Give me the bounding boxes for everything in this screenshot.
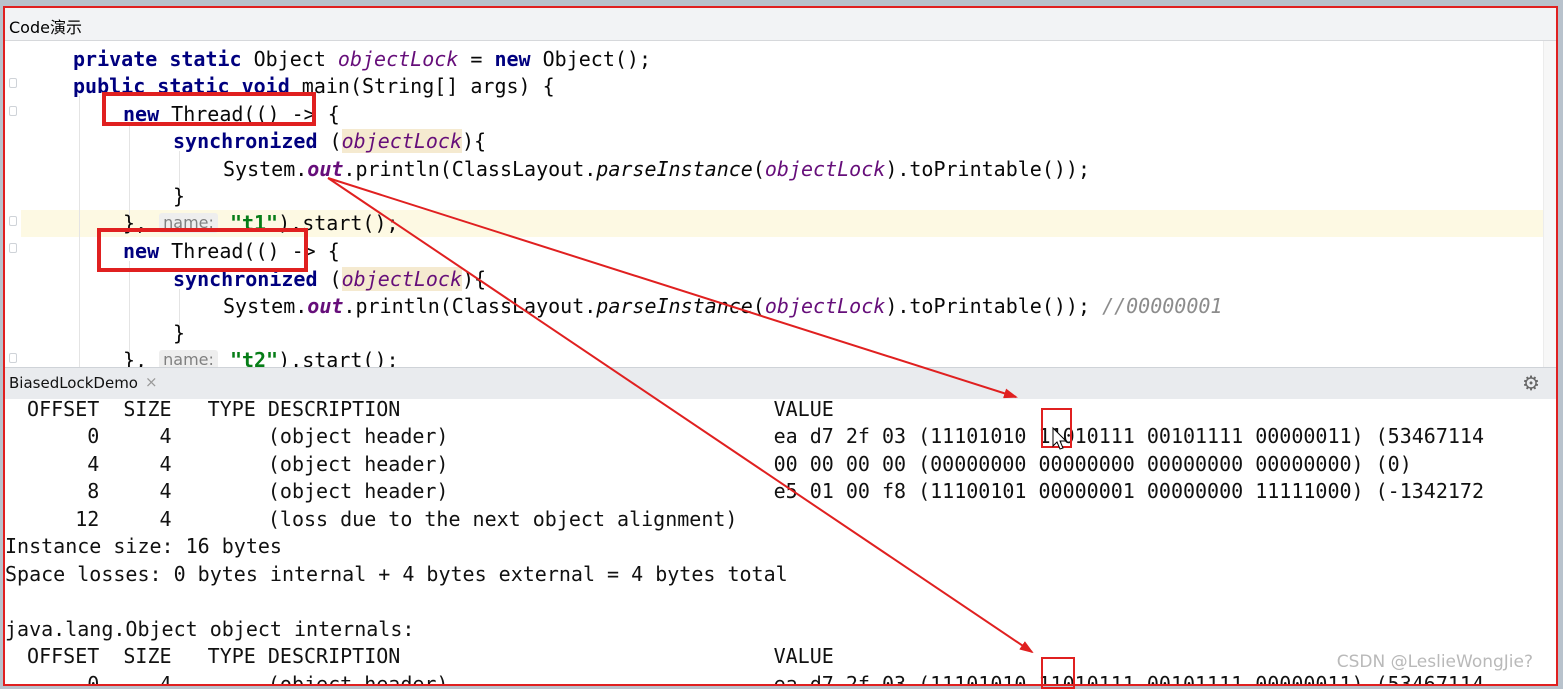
- console-output: OFFSET SIZE TYPE DESCRIPTION VALUE 0 4 (…: [3, 399, 1558, 686]
- console-line: OFFSET SIZE TYPE DESCRIPTION VALUE: [15, 644, 834, 668]
- console-line: Space losses: 0 bytes internal + 4 bytes…: [5, 562, 788, 586]
- run-tab-label[interactable]: BiasedLockDemo: [9, 374, 138, 392]
- fold-marker[interactable]: [9, 243, 17, 253]
- fold-marker[interactable]: [9, 78, 17, 88]
- fold-marker[interactable]: [9, 216, 17, 226]
- code-line: }, name: "t2").start();: [123, 347, 399, 367]
- watermark: CSDN @LeslieWongJie?: [1336, 652, 1533, 672]
- console-line: OFFSET SIZE TYPE DESCRIPTION VALUE: [15, 399, 834, 421]
- parameter-hint: name:: [159, 350, 218, 367]
- code-line: public static void main(String[] args) {: [73, 74, 555, 98]
- gear-icon[interactable]: ⚙: [1522, 371, 1540, 395]
- code-line: synchronized (objectLock){: [173, 129, 487, 153]
- console-line: Instance size: 16 bytes: [5, 534, 282, 558]
- console-line: 4 4 (object header) 00 00 00 00 (0000000…: [15, 452, 1412, 476]
- window-title: Code演示: [9, 18, 82, 37]
- fold-marker[interactable]: [9, 106, 17, 116]
- code-line: }: [173, 184, 186, 208]
- editor-scrollbar[interactable]: [1543, 41, 1558, 367]
- console-line: 0 4 (object header) ea d7 2f 03 (1110101…: [15, 424, 1485, 448]
- console-line: 12 4 (loss due to the next object alignm…: [15, 507, 738, 531]
- code-line: }: [173, 321, 186, 345]
- console-line: 0 4 (object header) ea d7 2f 03 (1110101…: [15, 672, 1485, 686]
- code-line: new Thread(() -> {: [123, 102, 340, 126]
- ide-window: Code演示 private static Object objectLock …: [3, 6, 1558, 686]
- code-line: private static Object objectLock = new O…: [73, 47, 651, 71]
- code-line: synchronized (objectLock){: [173, 267, 487, 291]
- code-line: }, name: "t1").start();: [123, 211, 399, 235]
- code-editor[interactable]: private static Object objectLock = new O…: [3, 41, 1558, 367]
- code-comment: //00000001: [1102, 294, 1223, 318]
- code-line: System.out.println(ClassLayout.parseInst…: [223, 157, 1091, 181]
- editor-gutter: [3, 41, 21, 367]
- close-icon[interactable]: ×: [145, 373, 158, 391]
- indent-guide: [79, 96, 80, 367]
- console-line: 8 4 (object header) e5 01 00 f8 (1110010…: [15, 479, 1485, 503]
- run-tool-window-header: BiasedLockDemo × ⚙: [3, 367, 1558, 400]
- code-line: new Thread(() -> {: [123, 239, 340, 263]
- title-bar: Code演示: [3, 6, 1558, 41]
- console-line: java.lang.Object object internals:: [5, 617, 415, 641]
- fold-marker[interactable]: [9, 353, 17, 363]
- parameter-hint: name:: [159, 213, 218, 233]
- code-line: System.out.println(ClassLayout.parseInst…: [223, 294, 1223, 318]
